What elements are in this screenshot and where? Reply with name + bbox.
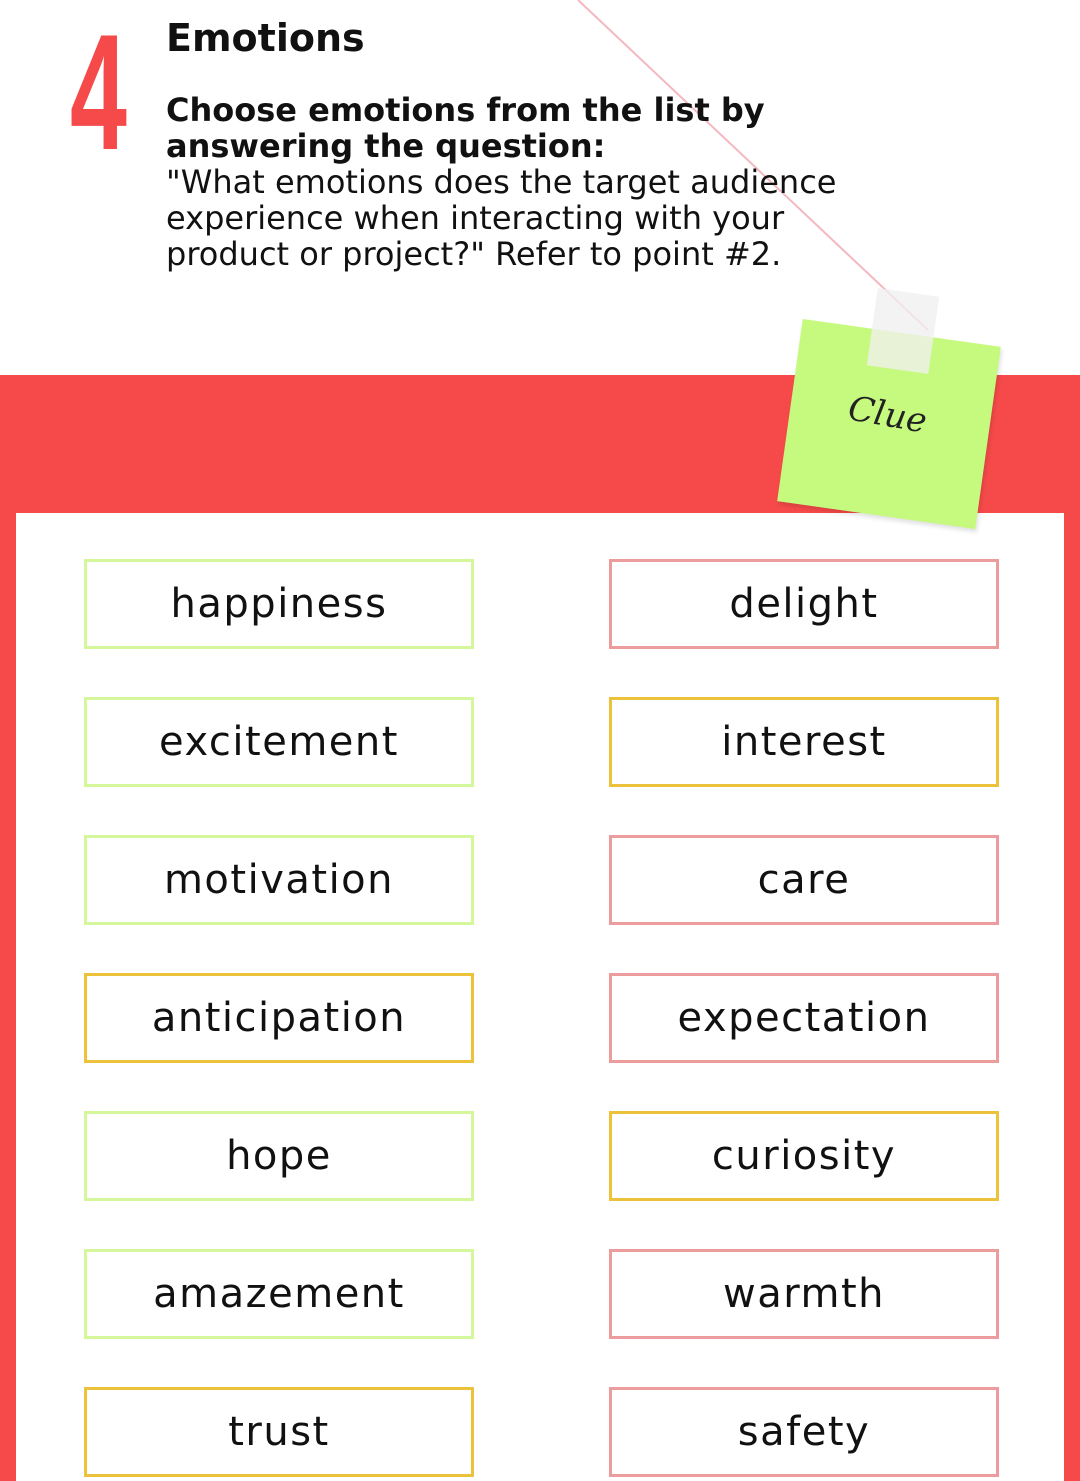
section-title: Emotions [166,16,365,60]
emotion-option[interactable]: happiness [84,559,474,649]
emotion-option[interactable]: safety [609,1387,999,1477]
emotion-option[interactable]: motivation [84,835,474,925]
emotion-option[interactable]: trust [84,1387,474,1477]
instruction-heading: Choose emotions from the list by answeri… [166,91,765,165]
emotion-option[interactable]: interest [609,697,999,787]
emotion-option[interactable]: anticipation [84,973,474,1063]
step-number: 4 [70,0,127,184]
emotion-option[interactable]: hope [84,1111,474,1201]
emotion-option[interactable]: warmth [609,1249,999,1339]
emotion-option[interactable]: curiosity [609,1111,999,1201]
emotion-option[interactable]: excitement [84,697,474,787]
emotion-option[interactable]: expectation [609,973,999,1063]
emotion-option[interactable]: delight [609,559,999,649]
section-header: Emotions Choose emotions from the list b… [166,14,886,272]
emotion-option[interactable]: care [609,835,999,925]
instruction-question: "What emotions does the target audience … [166,163,837,273]
emotion-option[interactable]: amazement [84,1249,474,1339]
tape-icon [866,288,940,374]
